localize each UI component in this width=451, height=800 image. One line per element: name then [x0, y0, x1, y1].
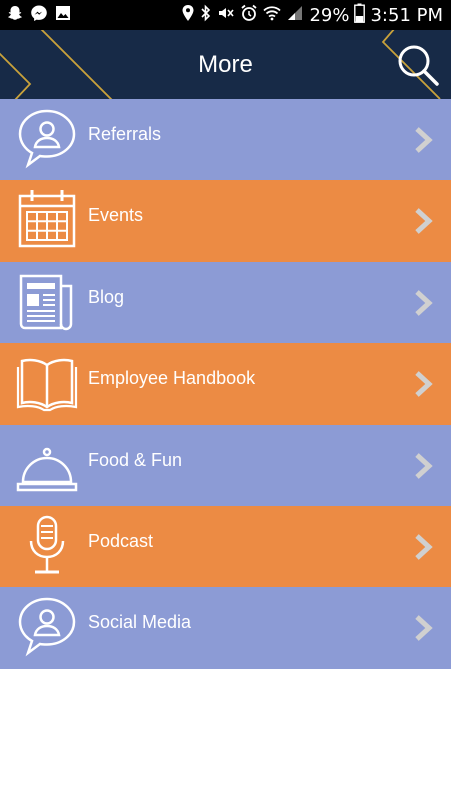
chevron-right-icon — [413, 371, 433, 398]
menu-item-label: Blog — [88, 286, 125, 307]
status-bar: 29% 3:51 PM — [0, 0, 451, 30]
newspaper-icon — [16, 270, 78, 334]
wifi-icon — [263, 4, 282, 27]
menu-item-podcast[interactable]: Podcast — [0, 505, 451, 588]
search-button[interactable] — [395, 42, 441, 88]
search-icon — [398, 45, 439, 86]
bluetooth-icon — [200, 4, 212, 27]
page-title: More — [198, 51, 253, 78]
alarm-icon — [240, 4, 258, 27]
chevron-right-icon — [413, 289, 433, 316]
location-icon — [181, 4, 195, 27]
menu-item-blog[interactable]: Blog — [0, 261, 451, 344]
notification-icons — [6, 5, 72, 25]
menu-item-label: Podcast — [88, 530, 154, 551]
menu-item-employee-handbook[interactable]: Employee Handbook — [0, 343, 451, 425]
system-status: 29% 3:51 PM — [181, 0, 443, 30]
menu-item-label: Employee Handbook — [88, 368, 256, 389]
menu-item-events[interactable]: Events — [0, 180, 451, 262]
menu-item-referrals[interactable]: Referrals — [0, 99, 451, 181]
menu-item-label: Events — [88, 205, 144, 226]
battery-percent: 29% — [309, 4, 350, 26]
image-icon — [54, 4, 72, 27]
calendar-icon — [16, 188, 78, 252]
open-book-icon — [16, 351, 78, 415]
speech-bubble-person-icon — [16, 595, 78, 659]
service-bell-icon — [16, 433, 78, 497]
menu-item-food-fun[interactable]: Food & Fun — [0, 424, 451, 506]
microphone-icon — [16, 514, 78, 578]
signal-icon — [286, 4, 304, 27]
messenger-icon — [30, 4, 48, 27]
more-menu-list: Referrals Events Blog Employee Handbook — [0, 99, 451, 669]
chevron-right-icon — [413, 127, 433, 153]
clock: 3:51 PM — [370, 4, 443, 26]
menu-item-social-media[interactable]: Social Media — [0, 587, 451, 669]
snapchat-icon — [6, 4, 24, 27]
menu-item-label: Food & Fun — [88, 449, 183, 470]
battery-icon — [354, 3, 366, 28]
chevron-right-icon — [413, 534, 433, 560]
menu-item-label: Referrals — [88, 124, 162, 144]
chevron-right-icon — [413, 452, 433, 479]
chevron-right-icon — [413, 615, 433, 642]
menu-item-label: Social Media — [88, 612, 192, 633]
chevron-right-icon — [413, 208, 433, 235]
header-bar: More — [0, 30, 451, 99]
mute-icon — [217, 4, 235, 27]
speech-bubble-person-icon — [16, 107, 78, 171]
